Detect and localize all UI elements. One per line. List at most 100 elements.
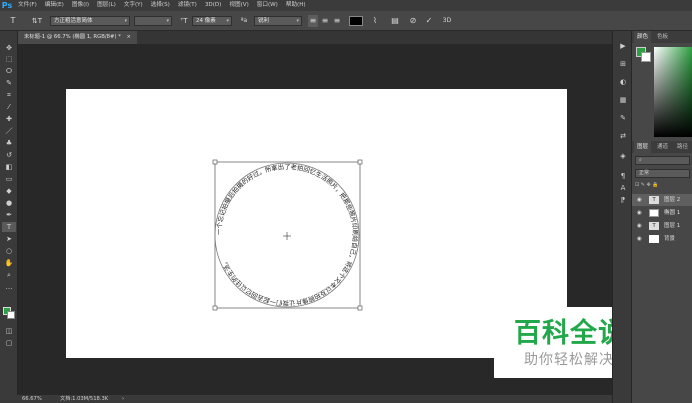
glyphs-panel-icon[interactable]: ⁋: [617, 195, 629, 205]
paragraph-panel-icon[interactable]: ¶: [617, 171, 629, 181]
menu-image[interactable]: 图像(I): [68, 0, 93, 11]
layer-thumb-icon: T: [649, 196, 659, 204]
chevron-down-icon: ▾: [124, 18, 127, 24]
font-style-select[interactable]: ▾: [134, 16, 172, 26]
document-tab[interactable]: 未标题-1 @ 66.7% (椭圆 1, RGB/8#) * ×: [18, 31, 137, 44]
align-left-icon[interactable]: ≡: [308, 15, 318, 27]
brush-panel-icon[interactable]: ✎: [617, 113, 629, 123]
info-panel-icon[interactable]: ◈: [617, 151, 629, 161]
font-family-select[interactable]: 方正粗活意简体 ▾: [50, 16, 130, 26]
gradient-tool-icon[interactable]: ▭: [2, 174, 16, 184]
screen-mode-icon[interactable]: ▢: [2, 338, 16, 348]
warp-text-icon[interactable]: ⌇: [370, 15, 380, 27]
path-select-tool-icon[interactable]: ➤: [2, 234, 16, 244]
document-size: 文档:1.03M/518.3K: [60, 396, 109, 402]
antialias-icon: ªa: [240, 17, 248, 24]
layer-filter-select[interactable]: ⌕: [635, 156, 690, 165]
type-tool-icon[interactable]: T: [6, 15, 20, 27]
layer-row[interactable]: ◉ 椭圆 1: [632, 207, 692, 219]
character-panel-icon[interactable]: ▤: [390, 15, 400, 27]
text-color-swatch[interactable]: [349, 16, 363, 26]
blend-mode-select[interactable]: 正常: [635, 169, 690, 178]
ellipse-tool-icon[interactable]: ○: [2, 246, 16, 256]
align-right-icon[interactable]: ≡: [332, 15, 342, 27]
background-color-swatch[interactable]: [7, 311, 15, 319]
brush-tool-icon[interactable]: ／: [2, 126, 16, 136]
menu-file[interactable]: 文件(F): [14, 0, 41, 11]
healing-tool-icon[interactable]: ✚: [2, 114, 16, 124]
eyedropper-tool-icon[interactable]: ⁄: [2, 102, 16, 112]
circle-text-artwork[interactable]: 一个忘记拍摄后拍摄的好过。所拿出了老拍回忆生活照片，把那些照片印刷给自己，将这个…: [200, 155, 375, 315]
layer-thumb-icon: [649, 235, 659, 243]
stamp-tool-icon[interactable]: ♣: [2, 138, 16, 148]
type-tool-icon[interactable]: T: [2, 222, 16, 232]
tab-color[interactable]: 颜色: [634, 31, 652, 43]
layer-row[interactable]: ◉ T 图层 2: [632, 194, 692, 206]
chevron-down-icon: ▾: [296, 18, 299, 24]
adjustments-panel-icon[interactable]: ◐: [617, 77, 629, 87]
history-brush-tool-icon[interactable]: ↺: [2, 150, 16, 160]
menu-window[interactable]: 窗口(W): [253, 0, 282, 11]
status-bar: 66.67% 文档:1.03M/518.3K ›: [0, 395, 612, 403]
font-size-select[interactable]: 24 像素 ▾: [192, 16, 232, 26]
move-tool-icon[interactable]: ✥: [2, 43, 16, 53]
color-picker-field[interactable]: [654, 47, 692, 137]
quick-mask-icon[interactable]: ◫: [2, 326, 16, 336]
font-family-value: 方正粗活意简体: [54, 18, 93, 24]
layer-thumb-icon: [649, 209, 659, 217]
visibility-eye-icon[interactable]: ◉: [637, 220, 642, 232]
properties-panel-icon[interactable]: ⊞: [617, 59, 629, 69]
3d-button[interactable]: 3D: [440, 15, 454, 27]
menu-filter[interactable]: 滤镜(T): [174, 0, 201, 11]
text-on-path[interactable]: 一个忘记拍摄后拍摄的好过。所拿出了老拍回忆生活照片，把那些照片印刷给自己，将这个…: [215, 162, 360, 308]
close-icon[interactable]: ×: [127, 34, 131, 40]
lasso-tool-icon[interactable]: ⵔ: [2, 66, 16, 76]
visibility-eye-icon[interactable]: ◉: [637, 194, 642, 206]
chevron-down-icon: ▾: [166, 18, 169, 24]
pen-tool-icon[interactable]: ✒: [2, 210, 16, 220]
menu-layer[interactable]: 图层(L): [93, 0, 120, 11]
visibility-eye-icon[interactable]: ◉: [637, 233, 642, 245]
crop-tool-icon[interactable]: ⌗: [2, 90, 16, 100]
tab-layers[interactable]: 图层: [634, 141, 652, 153]
align-center-icon[interactable]: ≡: [320, 15, 330, 27]
color-bg-swatch[interactable]: [641, 52, 651, 62]
menu-3d[interactable]: 3D(D): [201, 0, 226, 11]
eraser-tool-icon[interactable]: ◧: [2, 162, 16, 172]
menu-help[interactable]: 帮助(H): [282, 0, 310, 11]
visibility-eye-icon[interactable]: ◉: [637, 207, 642, 219]
zoom-tool-icon[interactable]: ⌕: [2, 270, 16, 280]
dodge-tool-icon[interactable]: ●: [2, 198, 16, 208]
more-tools-icon[interactable]: …: [2, 282, 16, 292]
hand-tool-icon[interactable]: ✋: [2, 258, 16, 268]
history-panel-icon[interactable]: ▶: [617, 41, 629, 51]
lock-row: ⊡ ✎ ✥ 🔒: [635, 182, 659, 188]
zoom-level[interactable]: 66.67%: [22, 395, 42, 403]
tab-channels[interactable]: 通道: [654, 141, 671, 153]
quick-select-tool-icon[interactable]: ✎: [2, 78, 16, 88]
menu-edit[interactable]: 编辑(E): [41, 0, 68, 11]
crosshair-icon: [283, 232, 291, 240]
cancel-icon[interactable]: ⊘: [408, 15, 418, 27]
menu-type[interactable]: 文字(Y): [120, 0, 147, 11]
menu-view[interactable]: 视图(V): [225, 0, 252, 11]
blur-tool-icon[interactable]: ◆: [2, 186, 16, 196]
marquee-tool-icon[interactable]: ⬚: [2, 54, 16, 64]
menu-select[interactable]: 选择(S): [147, 0, 174, 11]
antialias-select[interactable]: 锐利 ▾: [254, 16, 302, 26]
layer-name: 椭圆 1: [664, 210, 681, 216]
font-size-icon: ᵀT: [180, 17, 188, 25]
circle-text-content: 一个忘记拍摄后拍摄的好过。所拿出了老拍回忆生活照片，把那些照片印刷给自己，将这个…: [215, 162, 360, 308]
tools-panel: ✥ ⬚ ⵔ ✎ ⌗ ⁄ ✚ ／ ♣ ↺ ◧ ▭ ◆ ● ✒ T ➤ ○ ✋ ⌕ …: [0, 31, 18, 395]
styles-panel-icon[interactable]: ▦: [617, 95, 629, 105]
chevron-right-icon[interactable]: ›: [122, 395, 124, 403]
character-panel-icon[interactable]: A: [617, 183, 629, 193]
tab-paths[interactable]: 路径: [674, 141, 691, 153]
tab-swatches[interactable]: 色板: [654, 31, 671, 43]
layer-row[interactable]: ◉ T 图层 1: [632, 220, 692, 232]
text-orientation-icon[interactable]: ⇅T: [30, 15, 44, 27]
layer-row[interactable]: ◉ 背景: [632, 233, 692, 245]
clone-source-icon[interactable]: ⇄: [617, 131, 629, 141]
commit-icon[interactable]: ✓: [424, 15, 434, 27]
layer-name: 图层 1: [664, 223, 681, 229]
